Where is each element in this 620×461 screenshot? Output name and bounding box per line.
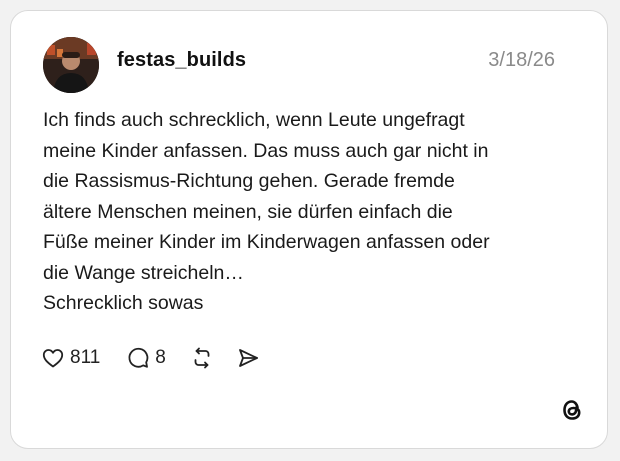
repost-icon [194, 347, 210, 369]
repost-button[interactable] [190, 346, 214, 370]
threads-logo-icon[interactable] [558, 396, 586, 424]
post-date: 3/18/26 [488, 49, 555, 71]
post-text-line: meine Kinder anfassen. Das muss auch gar… [43, 139, 489, 162]
avatar-image [43, 37, 99, 93]
avatar[interactable] [43, 37, 99, 93]
post-text-line: ältere Menschen meinen, sie dürfen einfa… [43, 200, 453, 223]
reply-count: 8 [155, 347, 166, 368]
like-button[interactable]: 811 [41, 346, 100, 370]
action-bar: 811 8 [41, 343, 260, 373]
post-text-line: Ich finds auch schrecklich, wenn Leute u… [43, 109, 465, 131]
post-text-line: Füße meiner Kinder im Kinderwagen anfass… [43, 231, 490, 253]
post-card: festas_builds 3/18/26 Ich finds auch sch… [10, 10, 608, 449]
heart-icon [42, 349, 64, 368]
like-count: 811 [70, 347, 101, 368]
post-text-line: die Rassismus-Richtung gehen. Gerade fre… [43, 170, 455, 192]
comment-icon [128, 347, 149, 368]
send-icon [238, 349, 258, 367]
username[interactable]: festas_builds [117, 49, 246, 72]
post-text-line: Schrecklich sowas [43, 292, 204, 314]
reply-button[interactable]: 8 [126, 346, 166, 370]
post-text: Ich finds auch schrecklich, wenn Leute u… [43, 105, 583, 319]
share-button[interactable] [236, 346, 260, 370]
post-text-line: die Wange streicheln… [43, 261, 244, 284]
